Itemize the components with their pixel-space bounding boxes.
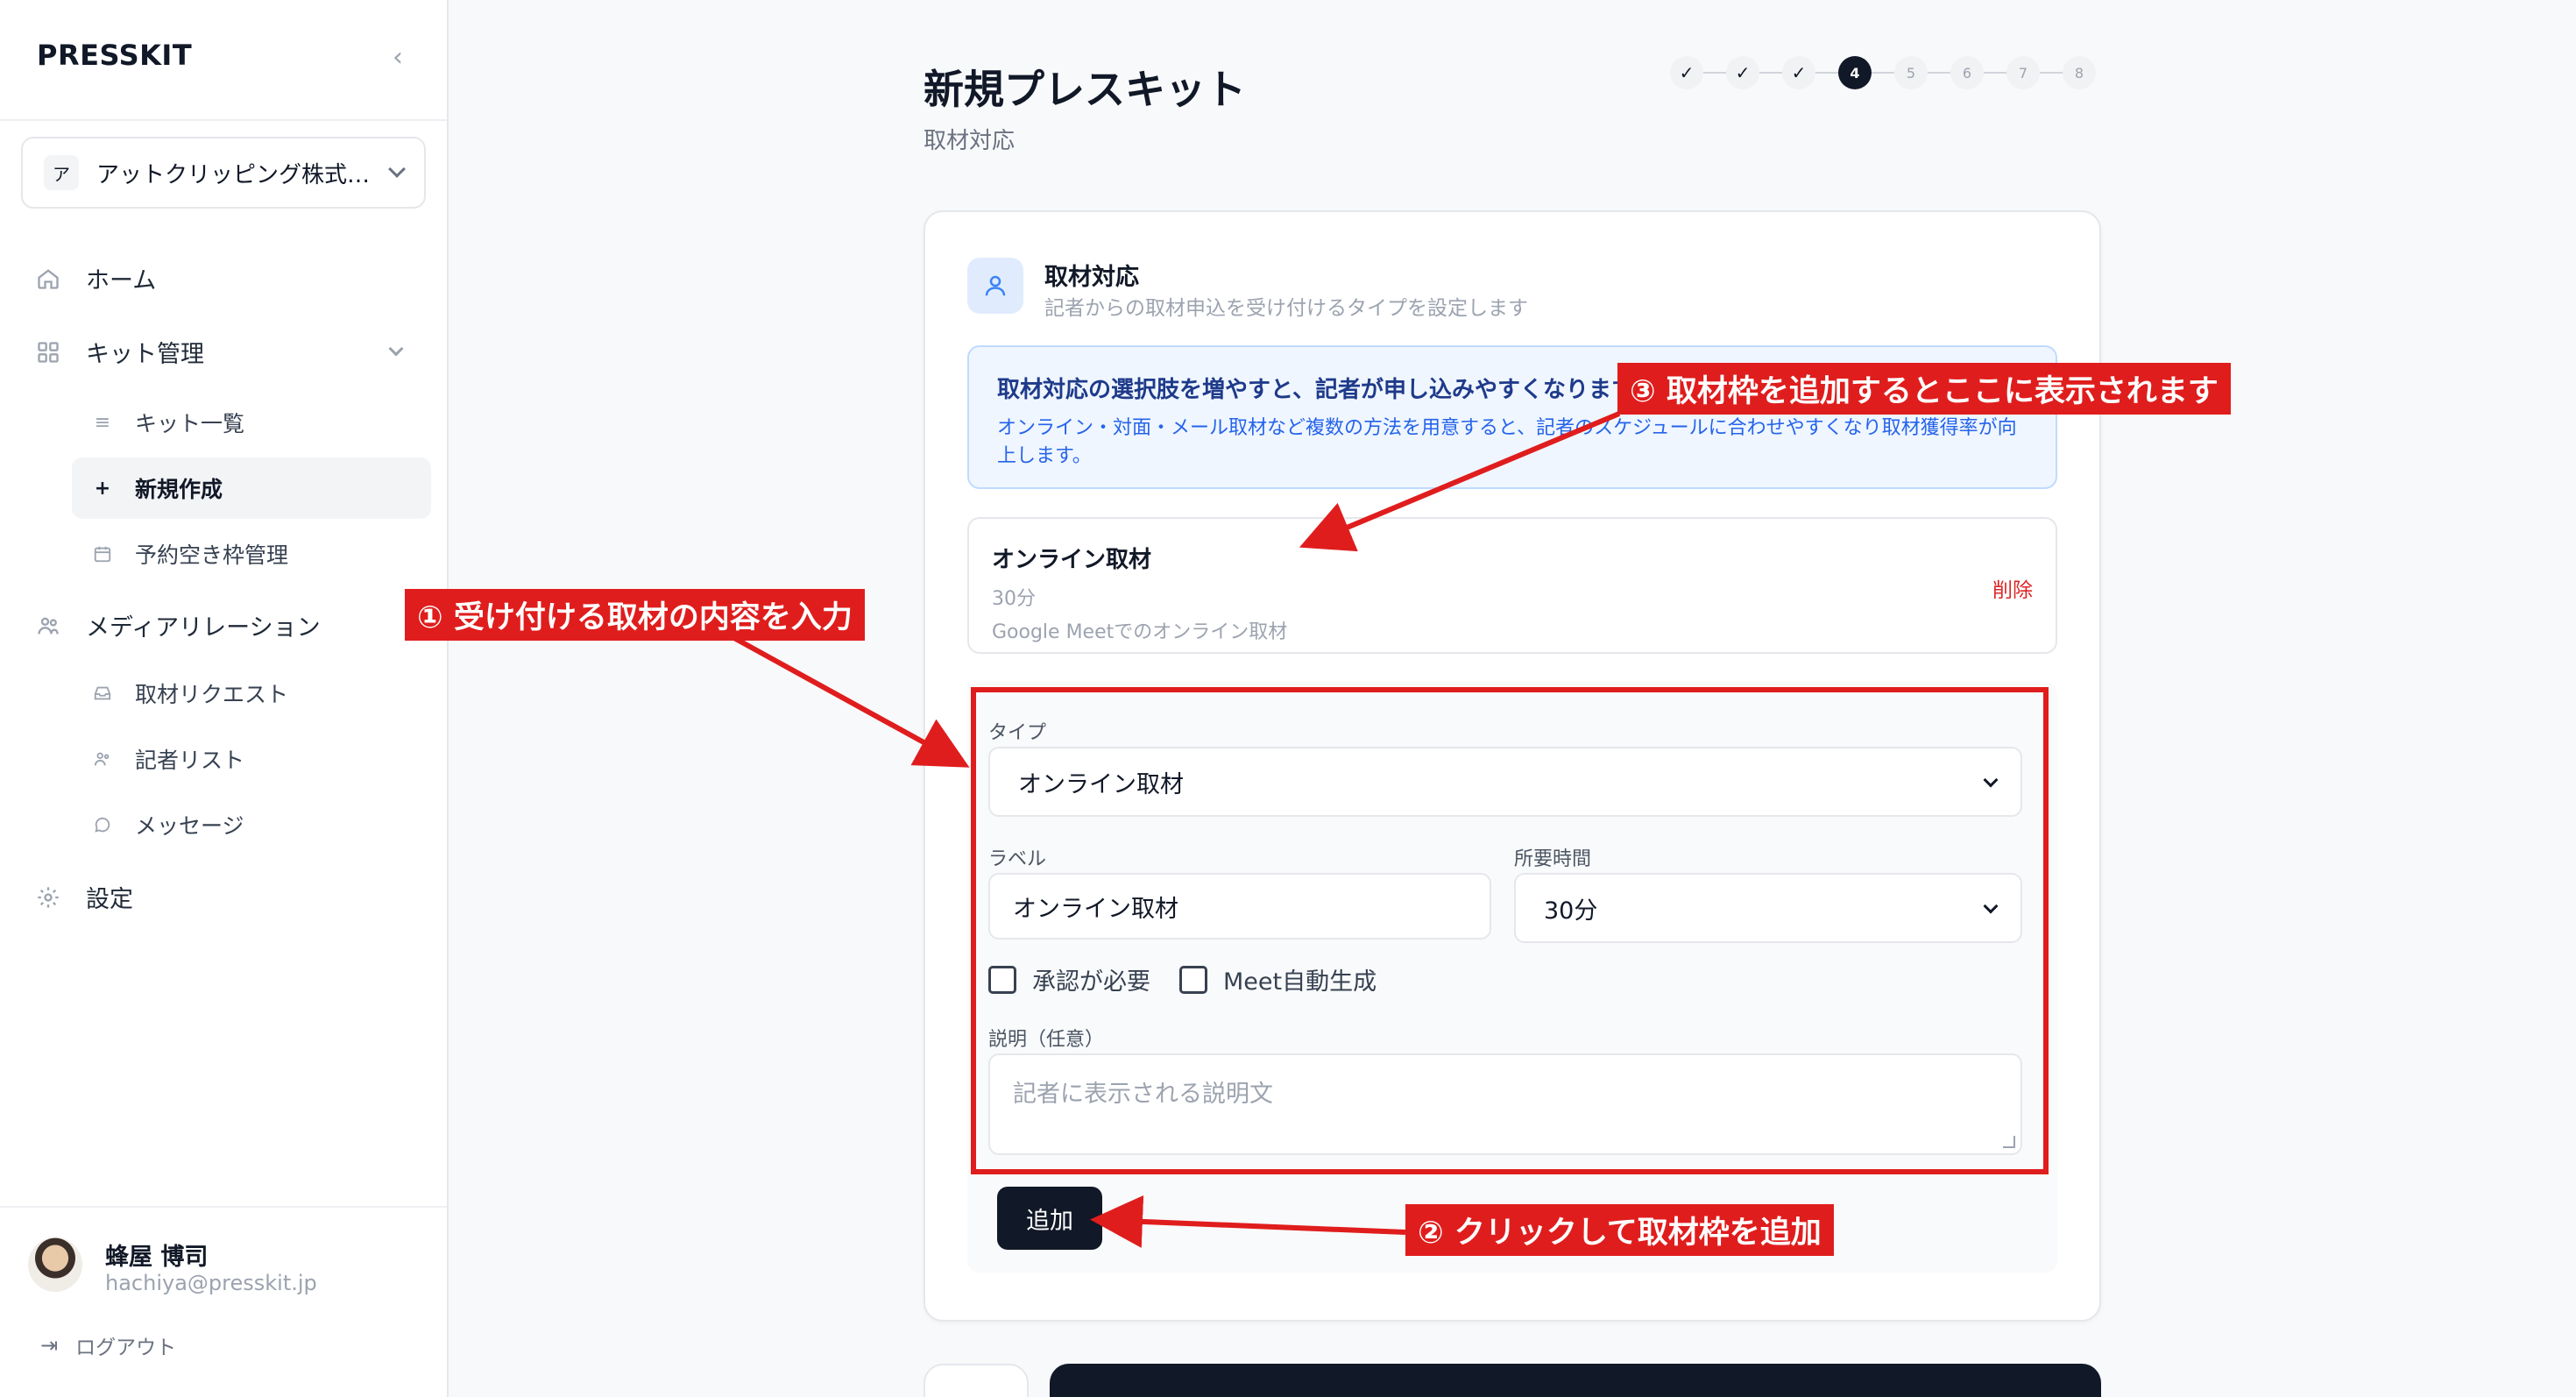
step-connector	[1703, 72, 1726, 74]
sidebar: PRESSKIT ‹ ア アットクリッピング株式… ホーム キット管理 ≡ キッ…	[0, 0, 449, 1397]
nav-requests-label: 取材リクエスト	[135, 682, 289, 707]
step-8[interactable]: 8	[2063, 56, 2096, 89]
home-icon	[35, 266, 61, 292]
org-name: アットクリッピング株式…	[96, 161, 371, 188]
nav-messages-label: メッセージ	[135, 813, 244, 839]
logout-label: ログアウト	[75, 1337, 177, 1359]
nav-kit-list-label: キット一覧	[135, 411, 245, 436]
nav-settings[interactable]: 設定	[35, 880, 133, 914]
page-subtitle: 取材対応	[924, 128, 1016, 154]
nav-new-create[interactable]: + 新規作成	[72, 457, 431, 519]
collapse-sidebar-icon[interactable]: ‹	[380, 40, 415, 75]
logout-button[interactable]: ⇥ ログアウト	[40, 1330, 176, 1360]
slot-description: Google Meetでのオンライン取材	[992, 621, 1288, 643]
nav-kit-management-label: キット管理	[86, 341, 204, 368]
nav-kit-list[interactable]: ≡ キット一覧	[72, 392, 431, 453]
annotation-frame	[971, 687, 2049, 1174]
annotation-step-1: ① 受け付ける取材の内容を入力	[405, 589, 865, 641]
nav-journalists[interactable]: 記者リスト	[72, 728, 431, 790]
org-avatar: ア	[44, 155, 79, 190]
user-avatar	[28, 1237, 82, 1292]
slot-duration: 30分	[992, 588, 1036, 610]
list-icon: ≡	[94, 411, 111, 434]
interview-slot-item: オンライン取材 30分 Google Meetでのオンライン取材 削除	[967, 517, 2057, 654]
back-button[interactable]	[924, 1364, 1029, 1397]
user-email: hachiya@presskit.jp	[105, 1271, 317, 1295]
step-6[interactable]: 6	[1950, 56, 1984, 89]
nav-kit-management[interactable]: キット管理	[35, 335, 204, 369]
nav-home[interactable]: ホーム	[35, 261, 156, 295]
nav-home-label: ホーム	[86, 267, 157, 294]
nav-journalists-label: 記者リスト	[135, 748, 245, 773]
nav-slot-management-label: 予約空き枠管理	[135, 542, 289, 568]
divider	[0, 1206, 447, 1208]
stepper: ✓ ✓ ✓ 4 5 6 7 8	[1670, 56, 2096, 89]
nav-media-relations-label: メディアリレーション	[86, 614, 321, 642]
step-connector	[1928, 72, 1950, 74]
user-icon	[967, 258, 1023, 314]
slot-title: オンライン取材	[992, 547, 1152, 573]
users-icon	[35, 613, 61, 639]
brand-logo: PRESSKIT	[37, 39, 193, 72]
nav-messages[interactable]: メッセージ	[72, 794, 431, 855]
plus-icon: +	[94, 477, 111, 500]
delete-slot-button[interactable]: 削除	[1992, 573, 2033, 603]
annotation-step-2: ② クリックして取材枠を追加	[1405, 1204, 1834, 1256]
chat-bubble-icon	[91, 815, 114, 834]
step-1[interactable]: ✓	[1670, 56, 1703, 89]
chevron-down-icon	[388, 160, 406, 178]
step-3[interactable]: ✓	[1782, 56, 1815, 89]
step-connector	[1759, 72, 1782, 74]
section-description: 記者からの取材申込を受け付けるタイプを設定します	[1044, 297, 1528, 320]
divider	[0, 119, 447, 121]
tip-body: オンライン・対面・メール取材など複数の方法を用意すると、記者のスケジュールに合わ…	[997, 417, 2017, 467]
logout-icon: ⇥	[40, 1333, 59, 1358]
nav-slot-management[interactable]: 予約空き枠管理	[72, 523, 431, 585]
step-7[interactable]: 7	[2006, 56, 2040, 89]
step-5[interactable]: 5	[1894, 56, 1928, 89]
user-name: 蜂屋 博司	[105, 1244, 209, 1271]
chevron-down-icon[interactable]	[388, 341, 404, 357]
add-slot-button[interactable]: 追加	[997, 1187, 1102, 1250]
section-title: 取材対応	[1044, 264, 1139, 291]
step-2[interactable]: ✓	[1726, 56, 1759, 89]
step-connector	[2040, 72, 2063, 74]
inbox-icon	[91, 684, 114, 703]
step-connector	[1984, 72, 2006, 74]
annotation-step-3: ③ 取材枠を追加するとここに表示されます	[1617, 363, 2231, 415]
nav-media-relations[interactable]: メディアリレーション	[35, 608, 321, 642]
nav-new-create-label: 新規作成	[135, 477, 223, 502]
page-title: 新規プレスキット	[924, 66, 1246, 113]
organization-selector[interactable]: ア アットクリッピング株式…	[21, 137, 426, 209]
next-button[interactable]	[1050, 1364, 2101, 1397]
step-4[interactable]: 4	[1838, 56, 1872, 89]
nav-settings-label: 設定	[86, 886, 133, 913]
nav-requests[interactable]: 取材リクエスト	[72, 663, 431, 724]
people-icon	[91, 749, 114, 769]
calendar-icon	[91, 544, 114, 564]
gear-icon	[35, 884, 61, 911]
step-connector	[1872, 72, 1894, 74]
step-connector	[1815, 72, 1838, 74]
grid-icon	[35, 339, 61, 365]
